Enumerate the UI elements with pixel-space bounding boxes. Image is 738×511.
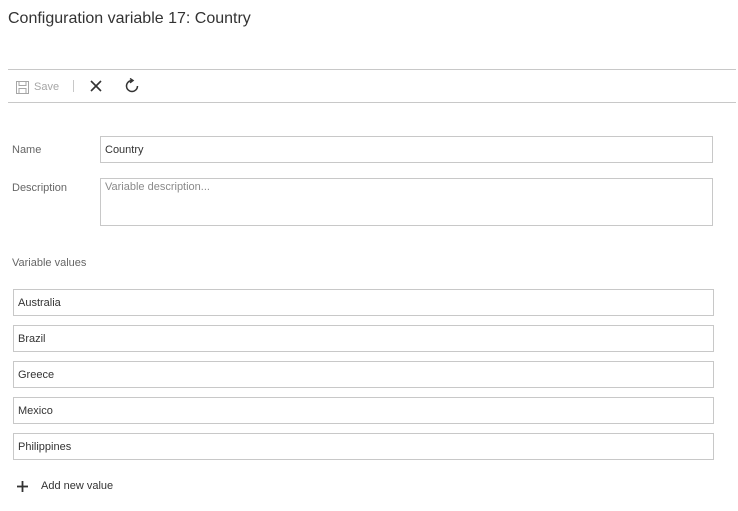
variable-value-input[interactable] — [13, 289, 714, 316]
toolbar-divider — [73, 80, 74, 92]
description-label: Description — [12, 182, 68, 194]
add-new-value-label: Add new value — [41, 480, 114, 492]
refresh-button[interactable] — [124, 77, 140, 94]
variable-values-label: Variable values — [12, 257, 87, 269]
name-label: Name — [12, 144, 42, 156]
page-title: Configuration variable 17: Country — [8, 10, 251, 27]
save-disk-icon — [16, 80, 29, 94]
refresh-icon — [125, 77, 139, 93]
variable-value-input[interactable] — [13, 361, 714, 388]
name-input[interactable] — [100, 136, 713, 163]
description-input[interactable] — [100, 178, 713, 226]
variable-value-input[interactable] — [13, 433, 714, 460]
close-button[interactable] — [88, 78, 104, 94]
variable-value-input[interactable] — [13, 397, 714, 424]
add-new-value-button[interactable]: Add new value — [16, 478, 113, 494]
save-button[interactable]: Save — [16, 79, 59, 95]
variable-values-list — [13, 289, 714, 469]
close-icon — [90, 80, 102, 92]
save-button-label: Save — [34, 81, 60, 93]
plus-icon — [17, 480, 28, 492]
variable-value-input[interactable] — [13, 325, 714, 352]
command-toolbar: Save — [8, 69, 736, 103]
